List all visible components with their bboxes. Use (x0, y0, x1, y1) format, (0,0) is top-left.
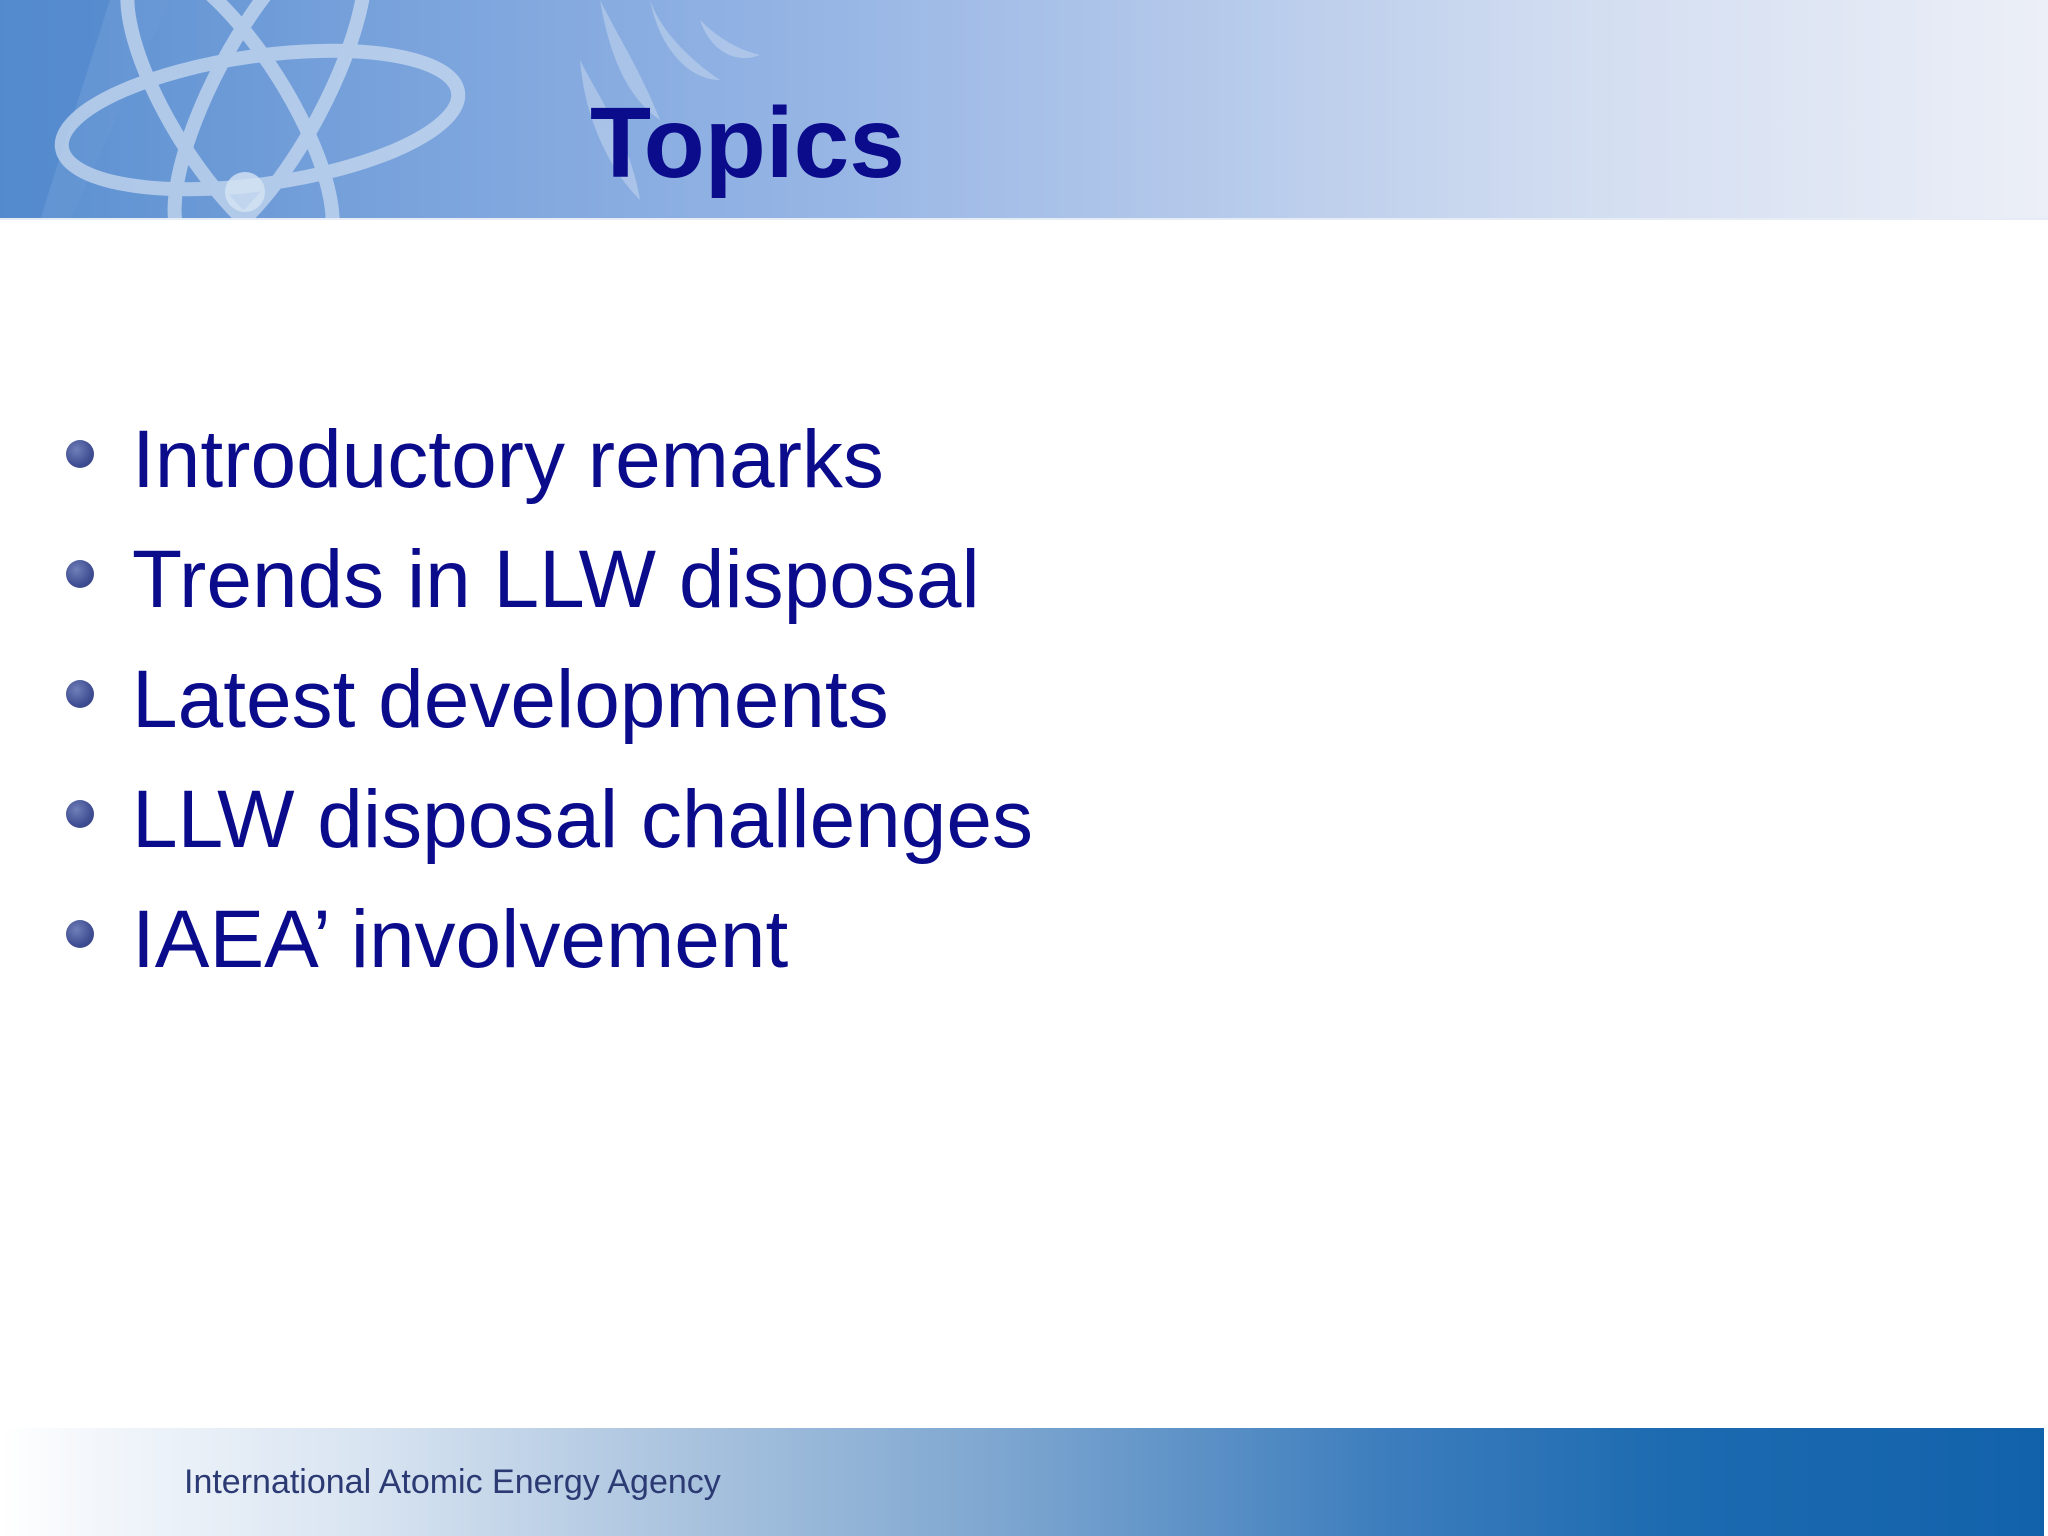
bullet-dot-icon (66, 680, 94, 708)
slide-title: Topics (590, 87, 905, 199)
topic-item: Trends in LLW disposal (0, 520, 1400, 640)
slide: Topics Introductory remarks Trends in LL… (0, 0, 2048, 1536)
topic-label: IAEA’ involvement (132, 894, 789, 985)
footer-organization: International Atomic Energy Agency (184, 1463, 721, 1501)
footer-band: International Atomic Energy Agency (0, 1428, 2044, 1536)
topic-label: LLW disposal challenges (132, 774, 1033, 865)
topic-item: Latest developments (0, 640, 1400, 760)
bullet-dot-icon (66, 800, 94, 828)
topic-label: Latest developments (132, 654, 889, 745)
topic-item: LLW disposal challenges (0, 760, 1400, 880)
topic-label: Introductory remarks (132, 414, 884, 505)
topic-label: Trends in LLW disposal (132, 534, 980, 625)
topic-item: Introductory remarks (0, 400, 1400, 520)
bullet-dot-icon (66, 920, 94, 948)
topic-list: Introductory remarks Trends in LLW dispo… (0, 400, 1400, 1000)
bullet-dot-icon (66, 440, 94, 468)
bullet-dot-icon (66, 560, 94, 588)
header-divider (0, 218, 2048, 220)
topic-item: IAEA’ involvement (0, 880, 1400, 1000)
header-band (0, 0, 2048, 220)
